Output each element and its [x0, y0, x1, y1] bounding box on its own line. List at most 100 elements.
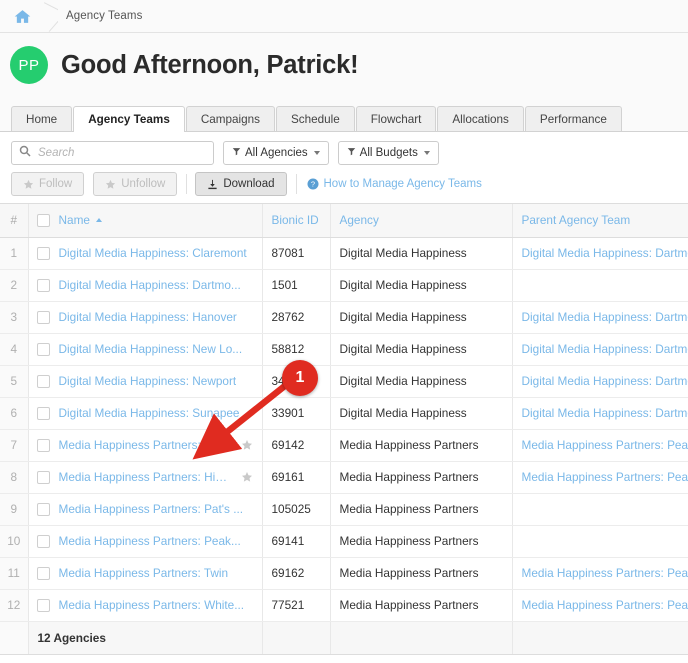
table-row[interactable]: 11 Media Happiness Partners: Twin 69162 Med… [0, 557, 688, 590]
table-row[interactable]: 9 Media Happiness Partners: Pat's ... 1050… [0, 493, 688, 526]
filter-agencies-dropdown[interactable]: All Agencies [223, 141, 329, 165]
agency-team-link[interactable]: Digital Media Happiness: New Lo... [59, 342, 243, 356]
cell-name[interactable]: Media Happiness Partners: White... [28, 589, 263, 622]
header-parent-agency-team[interactable]: Parent Agency Team [512, 204, 688, 238]
search-box[interactable] [11, 141, 214, 165]
chevron-down-icon [423, 151, 430, 155]
cell-parent-agency-team[interactable] [512, 269, 688, 302]
breadcrumb-separator [44, 0, 58, 33]
search-input[interactable] [36, 146, 206, 160]
cell-name[interactable]: Media Happiness Partners: Peak... [28, 525, 263, 558]
table-row[interactable]: 10 Media Happiness Partners: Peak... 69141… [0, 525, 688, 558]
cell-parent-agency-team[interactable]: Digital Media Happiness: Dartmo... [512, 397, 688, 430]
star-icon [23, 179, 34, 190]
row-checkbox[interactable] [36, 310, 50, 324]
cell-name[interactable]: Digital Media Happiness: Claremont [28, 237, 263, 270]
cell-parent-agency-team[interactable] [512, 525, 688, 558]
header-row-number: # [0, 204, 29, 238]
filter-budgets-dropdown[interactable]: All Budgets [337, 141, 439, 165]
row-checkbox[interactable] [36, 534, 50, 548]
row-checkbox[interactable] [36, 278, 50, 292]
table-body: 1 Digital Media Happiness: Claremont 87081… [0, 237, 688, 622]
tab-agency-teams[interactable]: Agency Teams [73, 106, 185, 132]
table-row[interactable]: 1 Digital Media Happiness: Claremont 87081… [0, 237, 688, 270]
row-checkbox[interactable] [36, 598, 50, 612]
download-label: Download [223, 178, 275, 190]
agency-team-link[interactable]: Digital Media Happiness: Newport [59, 374, 237, 388]
agency-team-link[interactable]: Media Happiness Partners: Everest [59, 438, 234, 452]
table-row[interactable]: 5 Digital Media Happiness: Newport 34 Digit… [0, 365, 688, 398]
table-row[interactable]: 4 Digital Media Happiness: New Lo... 58812… [0, 333, 688, 366]
agency-team-link[interactable]: Digital Media Happiness: Claremont [59, 246, 247, 260]
row-number: 12 [0, 589, 29, 622]
table-row[interactable]: 2 Digital Media Happiness: Dartmo... 1501 D… [0, 269, 688, 302]
header-bionic-id[interactable]: Bionic ID [262, 204, 331, 238]
agency-team-link[interactable]: Media Happiness Partners: White... [59, 598, 245, 612]
cell-parent-agency-team[interactable]: Digital Media Happiness: Dartmo... [512, 301, 688, 334]
breadcrumb-label[interactable]: Agency Teams [66, 10, 142, 22]
header-agency[interactable]: Agency [330, 204, 513, 238]
cell-parent-agency-team[interactable]: Digital Media Happiness: Dartmo... [512, 333, 688, 366]
agency-team-link[interactable]: Media Happiness Partners: Pat's ... [59, 502, 244, 516]
agency-team-link[interactable]: Media Happiness Partners: Peak... [59, 534, 241, 548]
cell-name[interactable]: Media Happiness Partners: Pat's ... [28, 493, 263, 526]
cell-parent-agency-team[interactable]: Digital Media Happiness: Dartmo... [512, 237, 688, 270]
unfollow-button[interactable]: Unfollow [93, 172, 178, 196]
cell-parent-agency-team[interactable]: Digital Media Happiness: Dartmo... [512, 365, 688, 398]
row-checkbox[interactable] [36, 502, 50, 516]
cell-name[interactable]: Media Happiness Partners: Twin [28, 557, 263, 590]
follow-button[interactable]: Follow [11, 172, 85, 196]
select-all-checkbox[interactable] [36, 213, 50, 227]
row-checkbox[interactable] [36, 406, 50, 420]
row-checkbox[interactable] [36, 438, 50, 452]
cell-parent-agency-team[interactable]: Media Happiness Partners: Peak... [512, 557, 688, 590]
sort-ascending-icon [95, 218, 102, 223]
search-icon [19, 144, 31, 162]
agency-team-link[interactable]: Media Happiness Partners: Twin [59, 566, 229, 580]
row-checkbox[interactable] [36, 470, 50, 484]
star-icon[interactable] [241, 471, 253, 483]
star-icon[interactable] [241, 439, 253, 451]
cell-parent-agency-team[interactable]: Media Happiness Partners: Peak... [512, 589, 688, 622]
cell-name[interactable]: Digital Media Happiness: New Lo... [28, 333, 263, 366]
toolbar-divider [295, 174, 297, 194]
cell-parent-agency-team[interactable]: Media Happiness Partners: Peak... [512, 429, 688, 462]
header-name[interactable]: Name [28, 204, 263, 238]
home-icon[interactable] [0, 0, 44, 33]
table-row[interactable]: 7 Media Happiness Partners: Everest 69142 M… [0, 429, 688, 462]
row-number: 10 [0, 525, 29, 558]
row-checkbox[interactable] [36, 566, 50, 580]
cell-name[interactable]: Digital Media Happiness: Dartmo... [28, 269, 263, 302]
table-row[interactable]: 12 Media Happiness Partners: White... 7752… [0, 589, 688, 622]
agency-team-link[interactable]: Digital Media Happiness: Sunapee [59, 406, 240, 420]
download-button[interactable]: Download [195, 172, 287, 196]
agency-team-link[interactable]: Digital Media Happiness: Hanover [59, 310, 237, 324]
tab-allocations[interactable]: Allocations [437, 106, 524, 131]
row-checkbox[interactable] [36, 342, 50, 356]
cell-name[interactable]: Digital Media Happiness: Hanover [28, 301, 263, 334]
row-checkbox[interactable] [36, 246, 50, 260]
footer-blank-agency [330, 621, 513, 655]
agency-team-link[interactable]: Media Happiness Partners: Highest [59, 470, 234, 484]
cell-agency: Digital Media Happiness [330, 301, 513, 334]
row-number: 8 [0, 461, 29, 494]
cell-name[interactable]: Digital Media Happiness: Newport [28, 365, 263, 398]
tab-performance[interactable]: Performance [524, 106, 622, 131]
table-row[interactable]: 6 Digital Media Happiness: Sunapee 33901 Di… [0, 397, 688, 430]
cell-parent-agency-team[interactable]: Media Happiness Partners: Peak... [512, 461, 688, 494]
footer-total: 12 Agencies [28, 621, 263, 655]
table-row[interactable]: 3 Digital Media Happiness: Hanover 28762 Di… [0, 301, 688, 334]
tab-campaigns[interactable]: Campaigns [185, 106, 275, 131]
cell-name[interactable]: Media Happiness Partners: Highest [28, 461, 263, 494]
tab-schedule[interactable]: Schedule [275, 106, 355, 131]
agency-team-link[interactable]: Digital Media Happiness: Dartmo... [59, 278, 241, 292]
tab-home[interactable]: Home [11, 106, 73, 131]
table-row[interactable]: 8 Media Happiness Partners: Highest 69161 M… [0, 461, 688, 494]
help-link[interactable]: ? How to Manage Agency Teams [307, 178, 482, 190]
tab-flowchart[interactable]: Flowchart [355, 106, 437, 131]
cell-name[interactable]: Media Happiness Partners: Everest [28, 429, 263, 462]
cell-agency: Media Happiness Partners [330, 461, 513, 494]
row-checkbox[interactable] [36, 374, 50, 388]
cell-name[interactable]: Digital Media Happiness: Sunapee [28, 397, 263, 430]
cell-parent-agency-team[interactable] [512, 493, 688, 526]
